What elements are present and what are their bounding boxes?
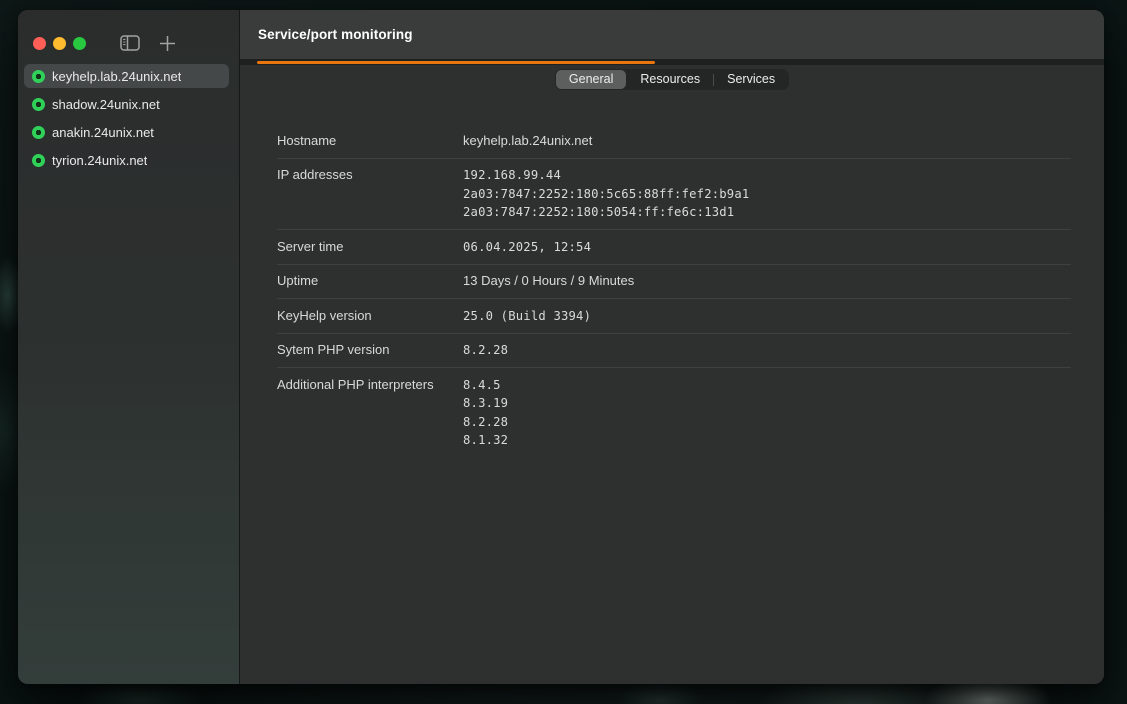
- progress-bar-fill: [257, 61, 655, 64]
- info-value-line: 8.2.28: [463, 341, 1071, 360]
- server-item-label: keyhelp.lab.24unix.net: [52, 69, 181, 84]
- sidebar-server-item[interactable]: shadow.24unix.net: [24, 92, 229, 116]
- info-value-line: 8.4.5: [463, 376, 1071, 395]
- info-row: Sytem PHP version 8.2.28: [277, 334, 1071, 369]
- server-item-label: shadow.24unix.net: [52, 97, 160, 112]
- info-row: Uptime 13 Days / 0 Hours / 9 Minutes: [277, 265, 1071, 300]
- server-status-icon: [32, 154, 45, 167]
- sidebar-server-item[interactable]: anakin.24unix.net: [24, 120, 229, 144]
- sidebar-server-item[interactable]: keyhelp.lab.24unix.net: [24, 64, 229, 88]
- close-window-button[interactable]: [33, 37, 46, 50]
- info-row: Server time 06.04.2025, 12:54: [277, 230, 1071, 265]
- info-value: 8.2.28: [463, 341, 1071, 360]
- content-area: GeneralResourcesServices Hostname keyhel…: [240, 65, 1104, 684]
- page-title: Service/port monitoring: [258, 27, 413, 42]
- minimize-window-button[interactable]: [53, 37, 66, 50]
- tab-bar: GeneralResourcesServices: [555, 69, 789, 90]
- toggle-sidebar-icon[interactable]: [120, 35, 140, 51]
- info-label: Hostname: [277, 132, 463, 151]
- info-value: 8.4.58.3.198.2.288.1.32: [463, 376, 1071, 450]
- server-status-icon: [32, 98, 45, 111]
- info-label: Uptime: [277, 272, 463, 291]
- info-value-line: 8.3.19: [463, 394, 1071, 413]
- info-label: Server time: [277, 238, 463, 257]
- info-value: 25.0 (Build 3394): [463, 307, 1071, 326]
- info-row: KeyHelp version 25.0 (Build 3394): [277, 299, 1071, 334]
- info-value: 192.168.99.442a03:7847:2252:180:5c65:88f…: [463, 166, 1071, 222]
- info-value: keyhelp.lab.24unix.net: [463, 132, 1071, 151]
- tab-button[interactable]: General: [556, 70, 626, 89]
- desktop-wallpaper: { "window": { "title": "Service/port mon…: [0, 0, 1127, 704]
- app-window: keyhelp.lab.24unix.net shadow.24unix.net…: [18, 10, 1104, 684]
- server-item-label: tyrion.24unix.net: [52, 153, 147, 168]
- tab-row: GeneralResourcesServices: [240, 69, 1104, 90]
- info-row: Hostname keyhelp.lab.24unix.net: [277, 124, 1071, 159]
- add-server-button[interactable]: [159, 35, 176, 52]
- info-label: Additional PHP interpreters: [277, 376, 463, 450]
- zoom-window-button[interactable]: [73, 37, 86, 50]
- main-panel: Service/port monitoring GeneralResources…: [240, 10, 1104, 684]
- server-status-icon: [32, 70, 45, 83]
- info-value-line: 2a03:7847:2252:180:5054:ff:fe6c:13d1: [463, 203, 1071, 222]
- info-value: 13 Days / 0 Hours / 9 Minutes: [463, 272, 1071, 291]
- info-value-line: 2a03:7847:2252:180:5c65:88ff:fef2:b9a1: [463, 185, 1071, 204]
- tab-button[interactable]: Resources: [627, 70, 713, 89]
- info-value-line: 8.1.32: [463, 431, 1071, 450]
- info-value-line: 192.168.99.44: [463, 166, 1071, 185]
- info-value-line: keyhelp.lab.24unix.net: [463, 132, 1071, 151]
- tab-button[interactable]: Services: [714, 70, 788, 89]
- window-titlebar[interactable]: Service/port monitoring: [240, 10, 1104, 59]
- info-value-line: 25.0 (Build 3394): [463, 307, 1071, 326]
- info-label: Sytem PHP version: [277, 341, 463, 360]
- sidebar-server-item[interactable]: tyrion.24unix.net: [24, 148, 229, 172]
- server-list: keyhelp.lab.24unix.net shadow.24unix.net…: [24, 64, 229, 176]
- info-row: Additional PHP interpreters 8.4.58.3.198…: [277, 368, 1071, 457]
- info-label: IP addresses: [277, 166, 463, 222]
- info-label: KeyHelp version: [277, 307, 463, 326]
- info-value-line: 13 Days / 0 Hours / 9 Minutes: [463, 272, 1071, 291]
- window-controls: [18, 10, 239, 50]
- info-table: Hostname keyhelp.lab.24unix.net IP addre…: [277, 124, 1071, 457]
- sidebar: keyhelp.lab.24unix.net shadow.24unix.net…: [18, 10, 240, 684]
- info-value: 06.04.2025, 12:54: [463, 238, 1071, 257]
- info-value-line: 8.2.28: [463, 413, 1071, 432]
- info-value-line: 06.04.2025, 12:54: [463, 238, 1071, 257]
- info-row: IP addresses 192.168.99.442a03:7847:2252…: [277, 159, 1071, 231]
- server-status-icon: [32, 126, 45, 139]
- server-item-label: anakin.24unix.net: [52, 125, 154, 140]
